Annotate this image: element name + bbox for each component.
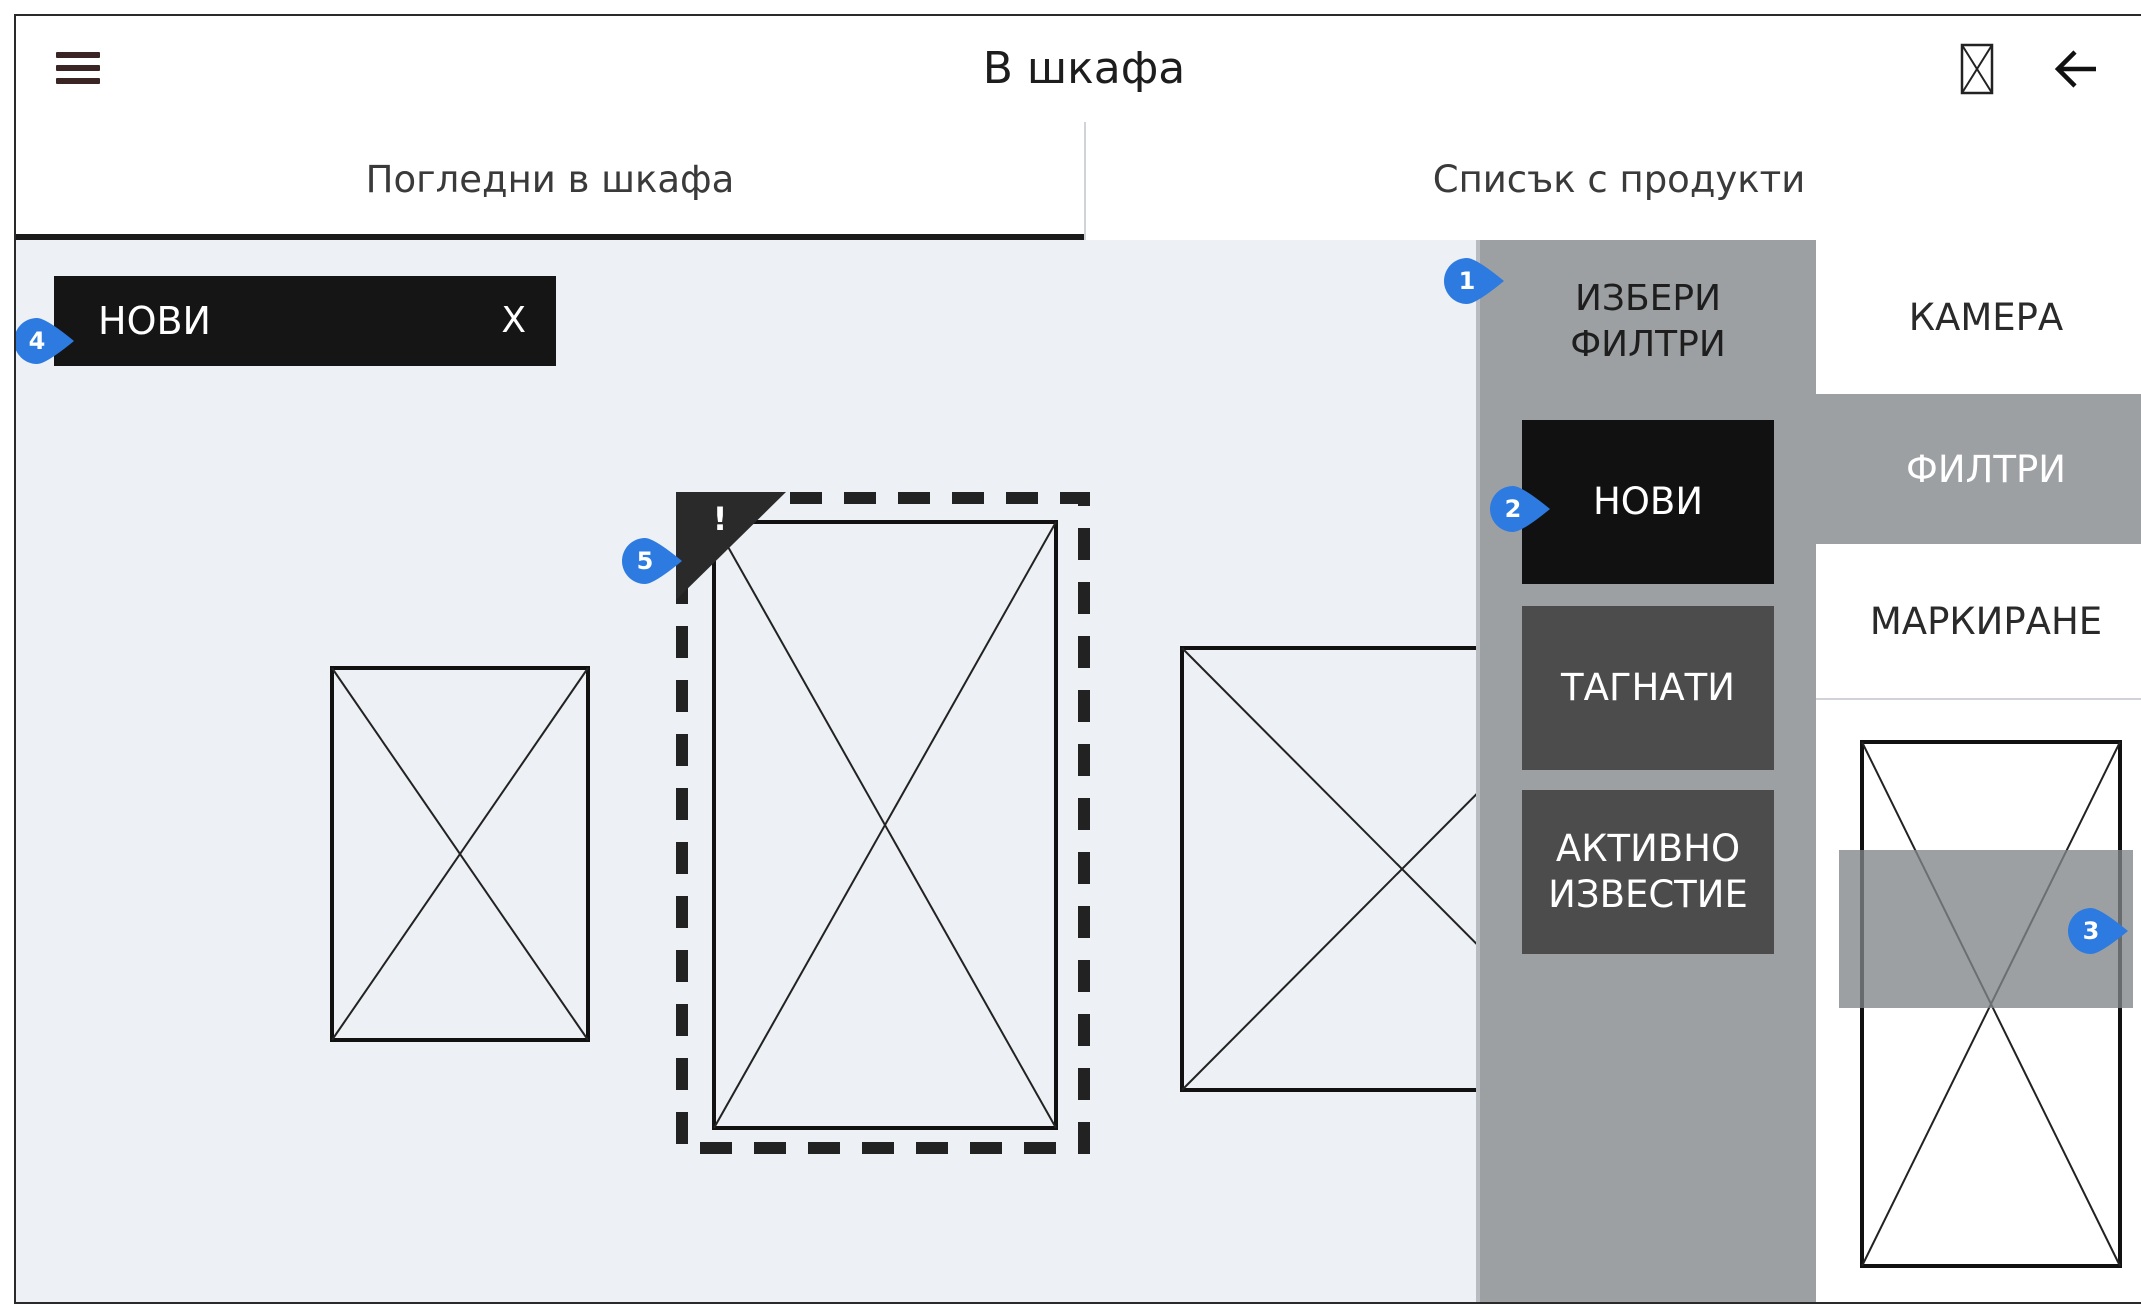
annotation-marker-2: 2: [1488, 484, 1552, 534]
filter-panel-title: ИЗБЕРИ ФИЛТРИ: [1570, 278, 1726, 365]
app-frame: В шкафа Погледни в шкафа Списък с продук…: [14, 14, 2141, 1304]
annotation-marker-5: 5: [620, 536, 684, 586]
active-filter-chip[interactable]: НОВИ X: [54, 276, 556, 366]
hamburger-menu-icon[interactable]: [56, 46, 100, 90]
wardrobe-item-image[interactable]: [1180, 646, 1490, 1092]
filter-option-new[interactable]: НОВИ: [1522, 420, 1774, 584]
filter-option-active-notification[interactable]: АКТИВНО ИЗВЕСТИЕ: [1522, 790, 1774, 954]
filters-button[interactable]: ФИЛТРИ: [1816, 394, 2141, 544]
alert-badge-label: !: [712, 500, 728, 538]
tab-product-list[interactable]: Списък с продукти: [1084, 122, 2141, 240]
side-actions-panel: КАМЕРА ФИЛТРИ МАРКИРАНЕ: [1816, 240, 2141, 1302]
annotation-marker-4: 4: [16, 316, 76, 366]
camera-button[interactable]: КАМЕРА: [1816, 240, 2141, 394]
wardrobe-item-image-selected[interactable]: [712, 520, 1058, 1130]
top-app-bar: В шкафа: [16, 16, 2141, 124]
image-placeholder-icon[interactable]: [1948, 40, 2006, 98]
arrow-left-icon[interactable]: [2048, 40, 2106, 98]
filter-option-tagged[interactable]: ТАГНАТИ: [1522, 606, 1774, 770]
annotation-marker-3: 3: [2066, 906, 2130, 956]
divider: [1816, 698, 2141, 700]
page-title: В шкафа: [982, 43, 1186, 94]
annotation-marker-1: 1: [1442, 256, 1506, 306]
wardrobe-canvas: НОВИ X !: [16, 240, 1490, 1302]
filter-chip-label: НОВИ: [98, 299, 211, 343]
tagging-button[interactable]: МАРКИРАНЕ: [1816, 544, 2141, 698]
tab-look-in-wardrobe[interactable]: Погледни в шкафа: [16, 122, 1084, 240]
remove-filter-button[interactable]: X: [501, 276, 526, 366]
filter-panel: ИЗБЕРИ ФИЛТРИ НОВИ ТАГНАТИ АКТИВНО ИЗВЕС…: [1476, 240, 1816, 1302]
tab-bar: Погледни в шкафа Списък с продукти: [16, 122, 2141, 242]
wardrobe-item-image[interactable]: [330, 666, 590, 1042]
